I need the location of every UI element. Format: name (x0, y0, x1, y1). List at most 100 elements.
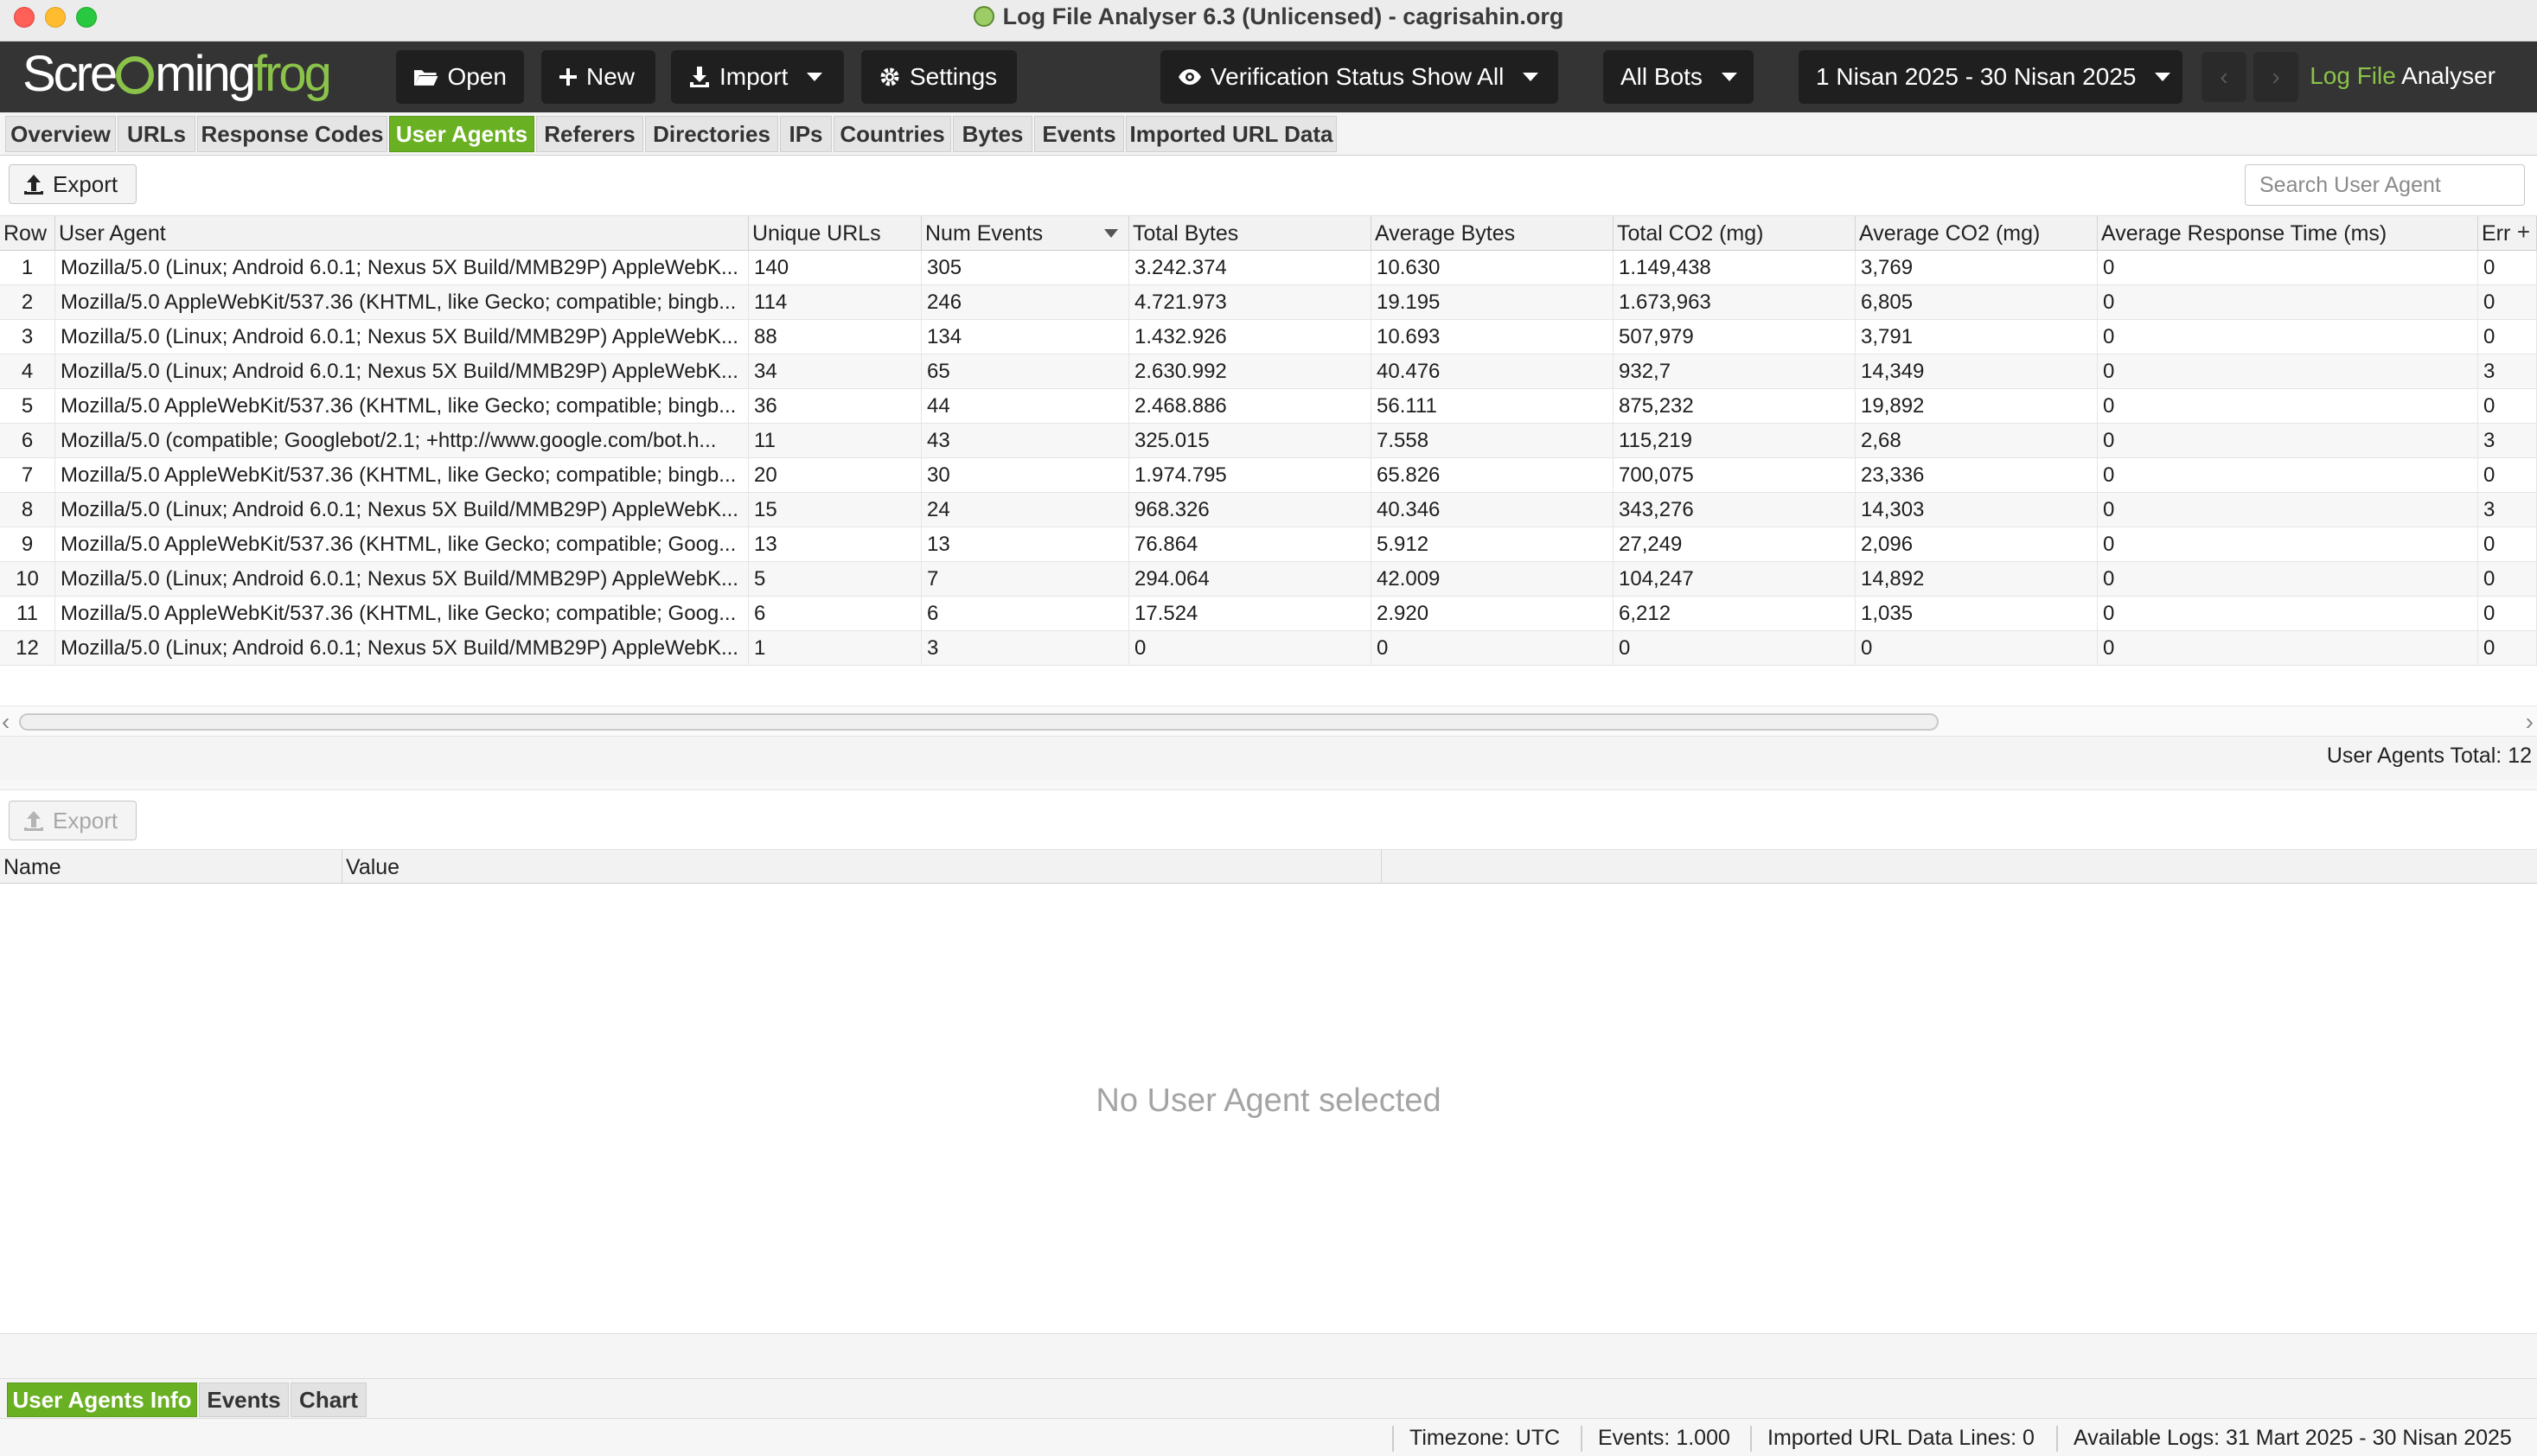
verification-status-dropdown[interactable]: Verification Status Show All (1160, 50, 1558, 104)
brand-white-text: Analyser (2401, 62, 2495, 89)
tab-bottom-events[interactable]: Events (199, 1383, 289, 1417)
column-header-num-events[interactable]: Num Events (922, 216, 1129, 251)
table-row[interactable]: 1 Mozilla/5.0 (Linux; Android 6.0.1; Nexu… (0, 251, 2537, 285)
cell-user-agent: Mozilla/5.0 (Linux; Android 6.0.1; Nexus… (55, 320, 749, 354)
tab-directories[interactable]: Directories (645, 116, 778, 152)
cell-total-co2: 875,232 (1614, 389, 1856, 424)
tab-user-agents-info[interactable]: User Agents Info (7, 1383, 197, 1417)
tab-overview[interactable]: Overview (5, 116, 116, 152)
settings-button[interactable]: Settings (861, 50, 1017, 104)
tab-label: Bytes (962, 121, 1024, 147)
cell-errors: 0 (2478, 597, 2537, 631)
date-range-dropdown[interactable]: 1 Nisan 2025 - 30 Nisan 2025 (1799, 50, 2182, 104)
horizontal-scrollbar[interactable]: ‹ › (0, 706, 2537, 737)
column-header-average-response-time[interactable]: Average Response Time (ms) (2098, 216, 2478, 251)
tab-urls[interactable]: URLs (118, 116, 195, 152)
cell-unique-urls: 34 (749, 354, 922, 389)
column-header-row[interactable]: Row (0, 216, 55, 251)
column-header-total-co2[interactable]: Total CO2 (mg) (1614, 216, 1856, 251)
header-label: Total Bytes (1133, 221, 1239, 246)
tab-countries[interactable]: Countries (834, 116, 951, 152)
table-row[interactable]: 11 Mozilla/5.0 AppleWebKit/537.36 (KHTML,… (0, 597, 2537, 631)
cell-average-bytes: 19.195 (1371, 285, 1614, 320)
cell-average-response-time: 0 (2098, 354, 2478, 389)
frog-app-icon (973, 6, 994, 27)
cell-user-agent: Mozilla/5.0 (Linux; Android 6.0.1; Nexus… (55, 251, 749, 285)
plus-icon (559, 68, 577, 86)
new-button[interactable]: New (541, 50, 655, 104)
cell-unique-urls: 5 (749, 562, 922, 597)
cell-average-co2: 19,892 (1856, 389, 2098, 424)
empty-state-message: No User Agent selected (1096, 1082, 1441, 1119)
tab-bytes[interactable]: Bytes (953, 116, 1032, 152)
table-row[interactable]: 3 Mozilla/5.0 (Linux; Android 6.0.1; Nexu… (0, 320, 2537, 354)
previous-period-button[interactable]: ‹ (2202, 52, 2246, 102)
tab-chart[interactable]: Chart (291, 1383, 367, 1417)
table-row[interactable]: 5 Mozilla/5.0 AppleWebKit/537.36 (KHTML, … (0, 389, 2537, 424)
column-header-unique-urls[interactable]: Unique URLs (749, 216, 922, 251)
next-period-button[interactable]: › (2253, 52, 2298, 102)
cell-average-response-time: 0 (2098, 562, 2478, 597)
cell-errors: 0 (2478, 562, 2537, 597)
cell-total-bytes: 325.015 (1129, 424, 1371, 458)
cell-errors: 0 (2478, 251, 2537, 285)
tab-ips[interactable]: IPs (780, 116, 832, 152)
column-header-user-agent[interactable]: User Agent (55, 216, 749, 251)
tab-user-agents[interactable]: User Agents (389, 116, 534, 152)
status-timezone: Timezone: UTC (1392, 1426, 1560, 1452)
details-export-button[interactable]: Export (9, 801, 137, 840)
table-row[interactable]: 6 Mozilla/5.0 (compatible; Googlebot/2.1;… (0, 424, 2537, 458)
cell-errors: 3 (2478, 424, 2537, 458)
new-label: New (586, 63, 636, 90)
add-column-icon[interactable]: + (2517, 216, 2530, 247)
cell-total-bytes: 3.242.374 (1129, 251, 1371, 285)
tab-events[interactable]: Events (1034, 116, 1124, 152)
cell-user-agent: Mozilla/5.0 (Linux; Android 6.0.1; Nexus… (55, 354, 749, 389)
cell-average-co2: 14,303 (1856, 493, 2098, 527)
table-row[interactable]: 4 Mozilla/5.0 (Linux; Android 6.0.1; Nexu… (0, 354, 2537, 389)
table-row[interactable]: 12 Mozilla/5.0 (Linux; Android 6.0.1; Nex… (0, 631, 2537, 666)
column-header-average-co2[interactable]: Average CO2 (mg) (1856, 216, 2098, 251)
tab-imported-url-data[interactable]: Imported URL Data (1126, 116, 1337, 152)
table-row[interactable]: 10 Mozilla/5.0 (Linux; Android 6.0.1; Nex… (0, 562, 2537, 597)
bots-dropdown[interactable]: All Bots (1603, 50, 1754, 104)
tab-label: Overview (10, 121, 111, 147)
search-user-agent-input[interactable] (2245, 164, 2525, 206)
tab-label: Response Codes (201, 121, 384, 147)
cell-num-events: 44 (922, 389, 1129, 424)
window-titlebar: Log File Analyser 6.3 (Unlicensed) - cag… (0, 0, 2537, 42)
cell-average-response-time: 0 (2098, 597, 2478, 631)
cell-user-agent: Mozilla/5.0 AppleWebKit/537.36 (KHTML, l… (55, 527, 749, 562)
column-header-value[interactable]: Value (342, 850, 1382, 884)
cell-average-co2: 2,096 (1856, 527, 2098, 562)
scrollbar-thumb[interactable] (19, 713, 1939, 731)
cell-row: 12 (0, 631, 55, 666)
open-button[interactable]: Open (396, 50, 524, 104)
table-row[interactable]: 7 Mozilla/5.0 AppleWebKit/537.36 (KHTML, … (0, 458, 2537, 493)
column-header-average-bytes[interactable]: Average Bytes (1371, 216, 1614, 251)
chevron-left-icon: ‹ (2220, 63, 2228, 90)
cell-user-agent: Mozilla/5.0 AppleWebKit/537.36 (KHTML, l… (55, 458, 749, 493)
cell-errors: 0 (2478, 458, 2537, 493)
tab-label: User Agents (395, 121, 528, 147)
table-row[interactable]: 8 Mozilla/5.0 (Linux; Android 6.0.1; Nexu… (0, 493, 2537, 527)
cell-total-co2: 6,212 (1614, 597, 1856, 631)
export-button[interactable]: Export (9, 164, 137, 204)
column-header-total-bytes[interactable]: Total Bytes (1129, 216, 1371, 251)
cell-row: 9 (0, 527, 55, 562)
scroll-right-icon[interactable]: › (2526, 708, 2534, 736)
cell-average-co2: 3,769 (1856, 251, 2098, 285)
folder-open-icon (413, 70, 438, 86)
split-pane-divider[interactable] (0, 780, 2537, 790)
import-dropdown[interactable]: Import (671, 50, 844, 104)
column-header-name[interactable]: Name (0, 850, 342, 884)
tab-referers[interactable]: Referers (536, 116, 643, 152)
details-export-label: Export (53, 807, 118, 833)
scroll-left-icon[interactable]: ‹ (2, 708, 10, 736)
cell-num-events: 134 (922, 320, 1129, 354)
table-row[interactable]: 9 Mozilla/5.0 AppleWebKit/537.36 (KHTML, … (0, 527, 2537, 562)
cell-total-bytes: 294.064 (1129, 562, 1371, 597)
chevron-right-icon: › (2272, 63, 2280, 90)
table-row[interactable]: 2 Mozilla/5.0 AppleWebKit/537.36 (KHTML, … (0, 285, 2537, 320)
tab-response-codes[interactable]: Response Codes (197, 116, 387, 152)
